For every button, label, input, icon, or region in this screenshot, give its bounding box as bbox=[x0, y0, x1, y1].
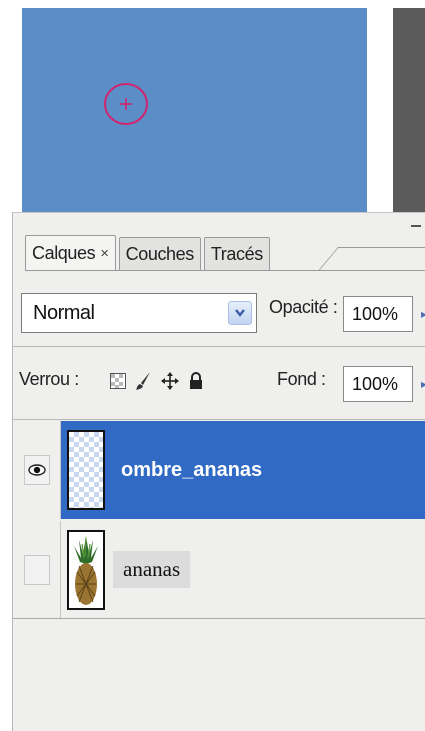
layer-name[interactable]: ombre_ananas bbox=[121, 459, 262, 482]
document-canvas-area bbox=[0, 0, 425, 220]
eye-icon[interactable] bbox=[23, 455, 50, 485]
tab-strip-end bbox=[317, 247, 425, 271]
fill-input[interactable]: 100% bbox=[343, 366, 413, 402]
tab-label: Tracés bbox=[210, 244, 263, 264]
lock-move-icon[interactable] bbox=[161, 371, 179, 391]
document-canvas[interactable] bbox=[22, 8, 367, 218]
opacity-slider-arrow-icon[interactable]: ▸ bbox=[421, 306, 425, 322]
divider bbox=[13, 419, 425, 420]
tab-label: Calques bbox=[32, 243, 96, 263]
visibility-cell[interactable] bbox=[13, 521, 61, 618]
layer-name[interactable]: ananas bbox=[113, 551, 191, 588]
close-icon[interactable]: × bbox=[100, 245, 109, 262]
tab-couches[interactable]: Couches bbox=[118, 237, 201, 271]
layers-empty-area bbox=[13, 621, 425, 731]
brush-cursor-icon bbox=[104, 83, 148, 125]
tab-divider bbox=[25, 270, 425, 271]
visibility-cell[interactable] bbox=[13, 421, 61, 519]
panel-tabs: Calques × Couches Tracés bbox=[25, 235, 273, 271]
layers-panel: Calques × Couches Tracés Normal Opacité … bbox=[12, 212, 425, 731]
tab-label: Couches bbox=[125, 244, 195, 264]
layer-row-ananas[interactable]: ananas bbox=[13, 521, 425, 619]
lock-transparent-icon[interactable] bbox=[109, 371, 127, 391]
chevron-down-icon[interactable] bbox=[228, 301, 252, 325]
lock-paint-brush-icon[interactable] bbox=[135, 371, 153, 391]
workspace-background bbox=[393, 8, 425, 220]
lock-label: Verrou : bbox=[19, 369, 79, 389]
pineapple-thumbnail bbox=[67, 529, 105, 610]
panel-collapse-grip[interactable] bbox=[411, 225, 421, 227]
opacity-input[interactable]: 100% bbox=[343, 296, 413, 332]
layer-body[interactable]: ananas bbox=[61, 521, 425, 618]
lock-icons bbox=[109, 369, 205, 393]
layer-thumbnail bbox=[67, 430, 105, 510]
fill-label: Fond : bbox=[277, 369, 326, 389]
tab-traces[interactable]: Tracés bbox=[203, 237, 270, 271]
blend-mode-select[interactable]: Normal bbox=[21, 293, 257, 333]
tab-calques[interactable]: Calques × bbox=[25, 235, 116, 271]
lock-all-icon[interactable] bbox=[187, 371, 205, 391]
opacity-label: Opacité : bbox=[269, 297, 338, 317]
blend-mode-value: Normal bbox=[33, 301, 95, 324]
layer-row-ombre-ananas[interactable]: ombre_ananas bbox=[13, 421, 425, 519]
layer-body[interactable]: ombre_ananas bbox=[61, 421, 425, 519]
visibility-toggle-empty[interactable] bbox=[23, 554, 50, 585]
divider bbox=[13, 346, 425, 347]
fill-slider-arrow-icon[interactable]: ▸ bbox=[421, 376, 425, 392]
